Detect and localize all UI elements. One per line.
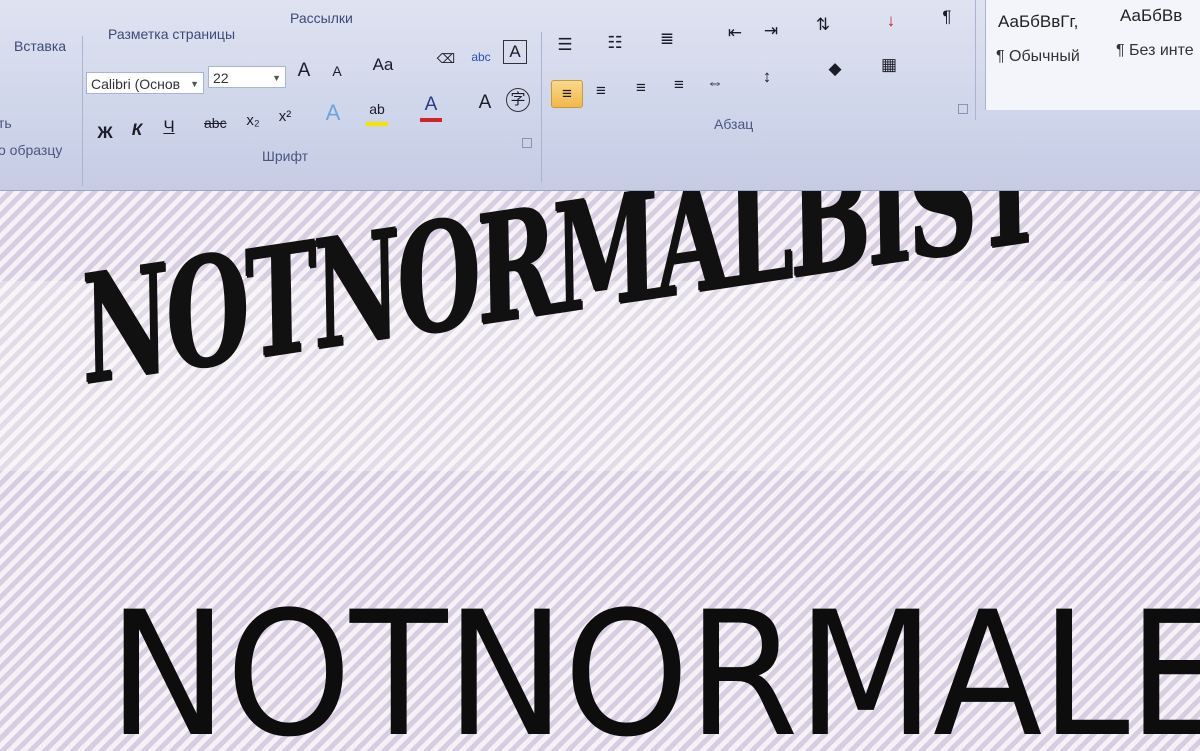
text-effects-button[interactable]: A: [322, 100, 344, 126]
underline-button[interactable]: Ч: [158, 114, 180, 140]
group-separator: [975, 0, 976, 120]
highlight-button[interactable]: ab: [366, 96, 388, 126]
font-size-select[interactable]: 22 ▼: [208, 66, 286, 88]
paragraph-group-label: Абзац: [714, 116, 754, 132]
chevron-down-icon: ▼: [190, 79, 199, 89]
align-left-button[interactable]: ≡: [551, 80, 583, 108]
align-center-icon[interactable]: ≡: [590, 78, 612, 104]
style-nospacing-name[interactable]: ¶ Без инте: [1116, 42, 1194, 60]
tab-page-layout[interactable]: Разметка страницы: [108, 26, 235, 42]
multilevel-list-icon[interactable]: ≣: [656, 26, 678, 52]
numbering-icon[interactable]: ☷: [604, 30, 626, 56]
clear-format-icon[interactable]: ⌫: [435, 46, 457, 72]
distributed-icon[interactable]: ⇔: [704, 70, 726, 96]
font-dialog-launcher-icon[interactable]: [522, 138, 532, 148]
char-shading-button[interactable]: A: [474, 90, 496, 116]
bold-button[interactable]: Ж: [94, 120, 116, 146]
font-group-label: Шрифт: [262, 148, 309, 164]
italic-button[interactable]: К: [126, 117, 148, 143]
tab-insert[interactable]: Вставка: [14, 38, 66, 54]
plain-text-line: NOTNORMALE: [108, 574, 1200, 751]
tab-mailings[interactable]: Рассылки: [290, 10, 353, 26]
style-normal-sample[interactable]: АаБбВвГг,: [998, 12, 1078, 32]
style-normal-name[interactable]: ¶ Обычный: [996, 48, 1080, 66]
strikethrough-button[interactable]: abc: [204, 110, 227, 136]
grow-font-button[interactable]: A: [293, 58, 315, 84]
subscript-button[interactable]: x₂: [242, 108, 264, 134]
change-case-button[interactable]: Aa: [372, 52, 394, 78]
decrease-indent-icon[interactable]: ⇤: [724, 20, 746, 46]
superscript-button[interactable]: x²: [274, 104, 296, 130]
clipboard-label: ть: [0, 115, 12, 131]
ribbon: Вставка Разметка страницы Рассылки ть о …: [0, 0, 1200, 191]
justify-icon[interactable]: ≡: [668, 72, 690, 98]
increase-indent-icon[interactable]: ⇥: [760, 18, 782, 44]
chevron-down-icon: ▼: [272, 73, 281, 83]
line-spacing-icon[interactable]: ↕: [756, 64, 778, 90]
spellcheck-icon[interactable]: abc: [470, 44, 492, 70]
shading-icon[interactable]: ◆: [824, 56, 846, 82]
font-size-value: 22: [213, 70, 229, 86]
format-painter-label[interactable]: о образцу: [0, 142, 62, 158]
font-name-value: Calibri (Основ: [91, 76, 181, 92]
pilcrow-icon[interactable]: ¶: [936, 4, 958, 30]
style-nospacing-sample[interactable]: АаБбВв: [1120, 6, 1182, 26]
sort-az-icon[interactable]: ↓: [880, 8, 902, 34]
styles-gallery: АаБбВвГг, АаБбВв ¶ Обычный ¶ Без инте: [985, 0, 1200, 110]
shrink-font-button[interactable]: A: [326, 58, 348, 84]
font-name-select[interactable]: Calibri (Основ ▼: [86, 72, 204, 94]
sort-icon[interactable]: ⇅: [812, 12, 834, 38]
font-color-button[interactable]: A: [420, 92, 442, 122]
enclose-char-button[interactable]: 字: [506, 88, 530, 112]
group-separator: [541, 32, 542, 182]
bullets-icon[interactable]: ☰: [554, 32, 576, 58]
paragraph-dialog-launcher-icon[interactable]: [958, 104, 968, 114]
group-separator: [82, 36, 83, 186]
borders-icon[interactable]: ▦: [878, 52, 900, 78]
align-right-icon[interactable]: ≡: [630, 75, 652, 101]
document-page[interactable]: NOTNORMALBIST NOTNORMALE: [0, 191, 1200, 751]
char-border-icon[interactable]: A: [503, 40, 527, 64]
